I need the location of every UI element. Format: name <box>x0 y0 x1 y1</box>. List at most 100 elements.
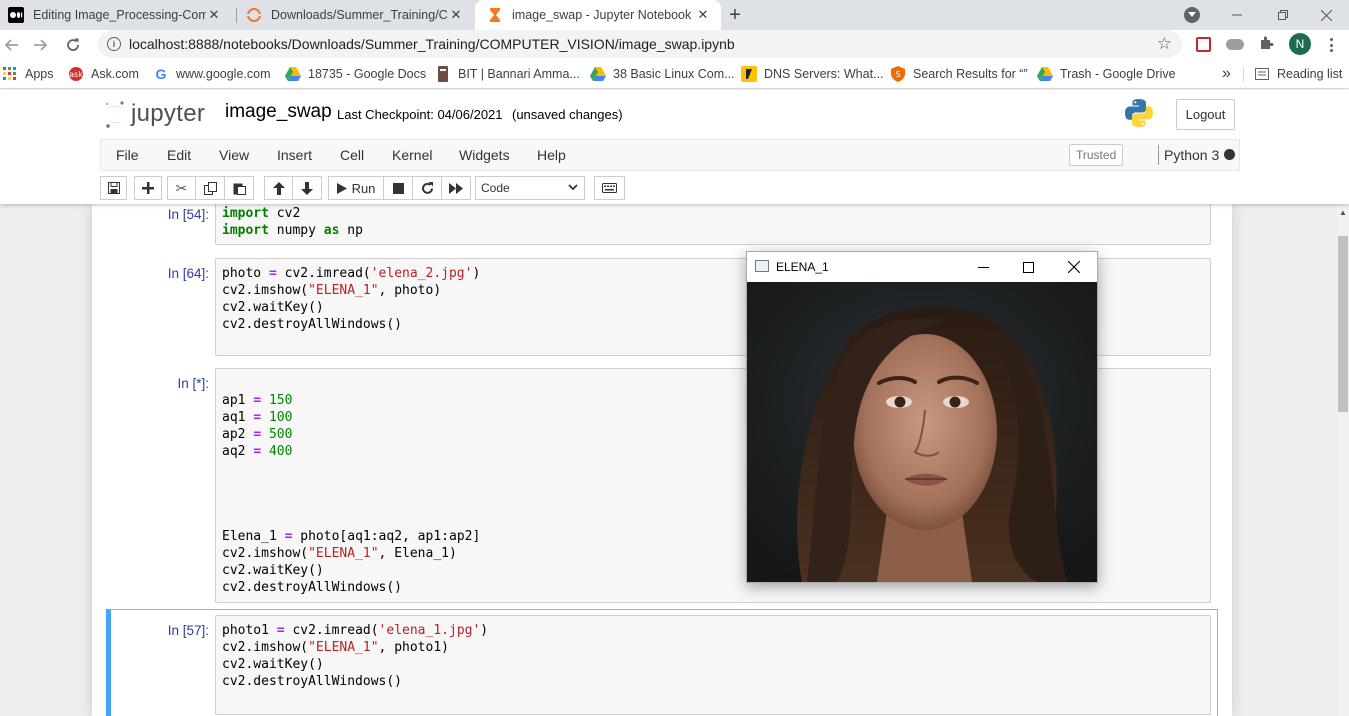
bookmark-trash[interactable]: Trash - Google Drive <box>1037 60 1176 88</box>
tab-medium[interactable]: Editing Image_Processing-Comp ✕ <box>0 0 232 30</box>
drive-icon <box>590 66 606 82</box>
restart-button[interactable] <box>413 176 442 200</box>
profile-avatar[interactable]: N <box>1289 33 1311 55</box>
menu-help[interactable]: Help <box>537 140 566 170</box>
bookmark-label: Ask.com <box>91 67 139 81</box>
extension-icon[interactable] <box>1196 37 1211 52</box>
bookmark-docs[interactable]: 18735 - Google Docs <box>285 60 426 88</box>
reading-list-label: Reading list <box>1277 67 1343 81</box>
bookmark-label: Trash - Google Drive <box>1060 67 1176 81</box>
input-prompt: In [64]: <box>167 266 209 281</box>
menu-kernel[interactable]: Kernel <box>392 140 432 170</box>
browser-menu-icon[interactable] <box>1326 36 1336 54</box>
bookmark-search-results[interactable]: S Search Results for “” <box>890 60 1028 88</box>
minimize-icon[interactable] <box>960 252 1006 282</box>
move-down-button[interactable] <box>293 176 322 200</box>
logout-button[interactable]: Logout <box>1176 99 1235 130</box>
reading-list-button[interactable]: Reading list <box>1254 60 1342 88</box>
jupyter-logo[interactable]: jupyter <box>103 98 205 130</box>
code-input[interactable]: photo1 = cv2.imread('elena_1.jpg') cv2.i… <box>215 615 1211 715</box>
address-bar[interactable]: i localhost:8888/notebooks/Downloads/Sum… <box>98 30 1182 58</box>
menu-cell[interactable]: Cell <box>340 140 364 170</box>
bookmark-dns[interactable]: DNS Servers: What... <box>741 60 883 88</box>
new-tab-button[interactable]: + <box>724 0 746 30</box>
bookmark-label: 38 Basic Linux Com... <box>613 67 735 81</box>
drive-icon <box>1037 66 1053 82</box>
menu-view[interactable]: View <box>219 140 249 170</box>
paste-button[interactable] <box>225 176 254 200</box>
move-up-button[interactable] <box>264 176 293 200</box>
interrupt-button[interactable] <box>384 176 413 200</box>
run-button[interactable]: Run <box>328 176 384 200</box>
dns-icon <box>741 66 757 82</box>
input-prompt: In [57]: <box>167 623 209 638</box>
restore-icon[interactable] <box>1260 0 1306 30</box>
code-line: import numpy as np <box>222 223 363 238</box>
run-label: Run <box>351 180 376 196</box>
code-line: cv2.waitKey() <box>222 563 324 578</box>
command-palette-button[interactable] <box>594 176 625 200</box>
hourglass-icon <box>487 7 503 23</box>
bookmark-bit[interactable]: BIT | Bannari Amma... <box>435 60 580 88</box>
code-line: cv2.destroyAllWindows() <box>222 580 403 595</box>
menu-edit[interactable]: Edit <box>167 140 191 170</box>
tab-strip: Editing Image_Processing-Comp ✕ Download… <box>0 0 1349 30</box>
trusted-indicator[interactable]: Trusted <box>1069 144 1124 166</box>
bookmark-label: DNS Servers: What... <box>764 67 884 81</box>
save-button[interactable] <box>100 176 127 200</box>
scroll-up-icon[interactable]: ▲ <box>1337 208 1349 218</box>
window-close-icon[interactable] <box>1051 252 1097 282</box>
google-icon: G <box>155 66 167 82</box>
bookmark-apps[interactable]: Apps <box>2 60 54 88</box>
opencv-window[interactable]: ELENA_1 <box>746 251 1098 583</box>
maximize-icon[interactable] <box>1005 252 1051 282</box>
copy-button[interactable] <box>196 176 225 200</box>
menu-file[interactable]: File <box>116 140 139 170</box>
scroll-thumb[interactable] <box>1338 236 1348 412</box>
code-line: Elena_1 = photo[aq1:aq2, ap1:ap2] <box>222 529 481 544</box>
bookmark-star-icon[interactable]: ☆ <box>1157 35 1172 52</box>
code-line: aq1 = 100 <box>222 410 293 425</box>
close-tab-icon[interactable]: ✕ <box>206 7 222 23</box>
reload-icon[interactable] <box>61 33 85 57</box>
notebook-name[interactable]: image_swap <box>225 101 332 123</box>
site-info-icon[interactable]: i <box>107 37 121 51</box>
apps-grid-icon <box>2 66 18 82</box>
checkpoint-status: Last Checkpoint: 04/06/2021 <box>337 107 503 122</box>
menu-widgets[interactable]: Widgets <box>459 140 510 170</box>
insert-cell-button[interactable] <box>134 176 162 200</box>
restart-icon <box>421 181 433 194</box>
bit-icon <box>435 66 451 82</box>
displayed-photo <box>747 282 1097 582</box>
cut-button[interactable]: ✂ <box>167 176 196 200</box>
cloud-extension-icon[interactable] <box>1226 39 1244 50</box>
cell-type-select[interactable]: Code <box>475 176 585 200</box>
close-tab-icon[interactable]: ✕ <box>695 7 711 23</box>
opencv-window-titlebar[interactable]: ELENA_1 <box>747 252 1097 282</box>
menu-insert[interactable]: Insert <box>277 140 312 170</box>
forward-icon[interactable] <box>28 33 52 57</box>
bookmarks-overflow-button[interactable]: » <box>1222 60 1231 88</box>
selected-code-cell[interactable]: In [57]: photo1 = cv2.imread('elena_1.jp… <box>106 609 1218 716</box>
restart-run-all-button[interactable] <box>442 176 471 200</box>
kernel-busy-indicator <box>1224 149 1235 160</box>
page-scrollbar[interactable]: ▲ <box>1337 204 1349 716</box>
tab-search-icon[interactable] <box>1184 7 1200 23</box>
kernel-name[interactable]: Python 3 <box>1164 147 1219 163</box>
extensions-puzzle-icon[interactable] <box>1258 35 1274 56</box>
opencv-window-title: ELENA_1 <box>776 260 829 274</box>
bookmark-google[interactable]: G www.google.com <box>153 60 271 88</box>
tab-image-swap[interactable]: image_swap - Jupyter Notebook ✕ <box>475 0 721 30</box>
back-icon[interactable] <box>0 33 24 57</box>
save-icon <box>107 182 120 194</box>
cell-type-value: Code <box>481 181 510 195</box>
window-close-icon[interactable] <box>1303 0 1349 30</box>
code-cell[interactable]: In [54]: import cv2 import numpy as np <box>106 204 1218 246</box>
bookmark-ask[interactable]: ask Ask.com <box>68 60 139 88</box>
close-tab-icon[interactable]: ✕ <box>448 7 464 23</box>
code-input[interactable]: import cv2 import numpy as np <box>215 204 1211 245</box>
kernel-separator <box>1158 145 1159 165</box>
tab-downloads[interactable]: Downloads/Summer_Training/CO ✕ <box>238 0 474 30</box>
minimize-icon[interactable] <box>1214 0 1260 30</box>
bookmark-linux[interactable]: 38 Basic Linux Com... <box>590 60 735 88</box>
